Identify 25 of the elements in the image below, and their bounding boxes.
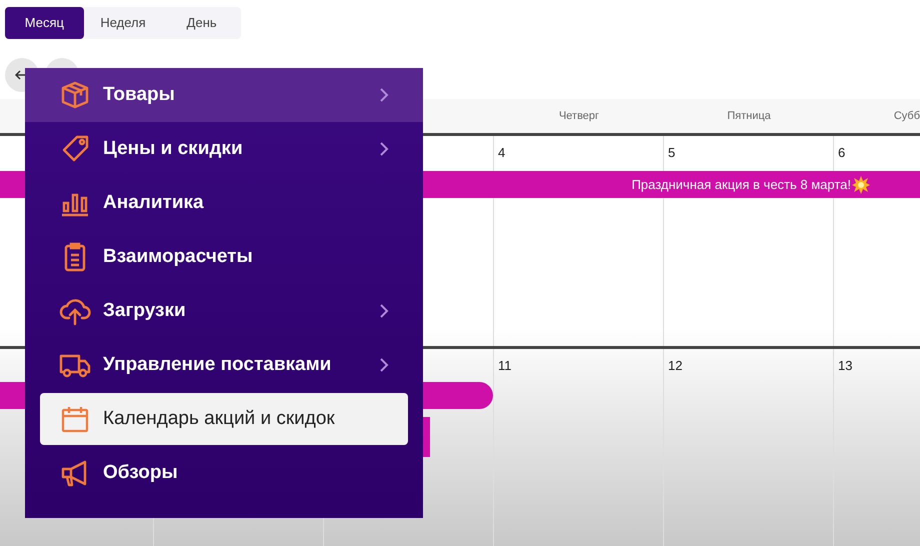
view-tab[interactable]: Месяц	[5, 7, 84, 39]
box-icon	[60, 80, 90, 110]
calendar-icon	[61, 405, 89, 433]
day-number: 4	[498, 144, 506, 162]
event-title: Праздничная акция в честь 8 марта!	[632, 176, 851, 194]
view-tab[interactable]: День	[162, 7, 242, 39]
day-number: 5	[668, 144, 676, 162]
day-number: 11	[498, 357, 512, 375]
day-number: 13	[838, 357, 852, 375]
day-number: 12	[668, 357, 682, 375]
menu-item[interactable]: Товары	[25, 68, 423, 122]
cloud-upload-icon	[59, 296, 91, 326]
weekday-header: Четверг	[558, 108, 600, 124]
weekday-header: Субб	[894, 108, 920, 124]
menu-item[interactable]: Загрузки	[25, 284, 423, 338]
clipboard-icon	[63, 242, 87, 272]
weekday-header: Пятница	[727, 108, 771, 124]
menu-item[interactable]: Управление поставками	[25, 338, 423, 392]
price-tag-icon	[60, 134, 90, 164]
explosion-icon	[852, 176, 870, 194]
day-number: 6	[838, 144, 846, 162]
view-tab[interactable]: Неделя	[84, 7, 162, 39]
menu-item[interactable]: Обзоры	[25, 446, 423, 500]
menu-item[interactable]: Взаиморасчеты	[25, 230, 423, 284]
menu-item[interactable]: Календарь акций и скидок	[40, 393, 408, 445]
